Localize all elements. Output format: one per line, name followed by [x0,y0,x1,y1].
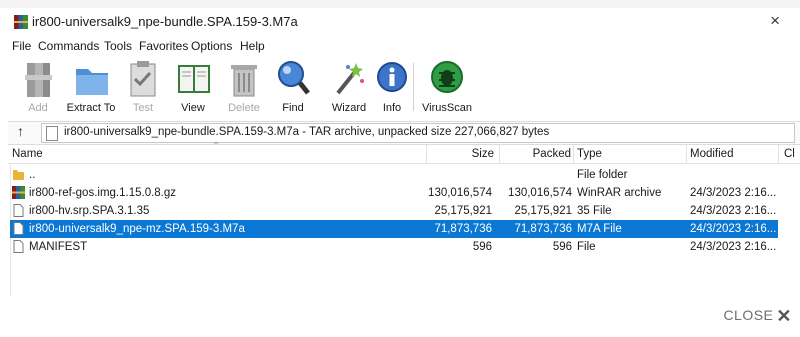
info-icon [377,62,407,92]
header-divider[interactable] [499,145,500,163]
extract-to-button[interactable]: Extract To [64,57,118,119]
extract-folder-icon [76,69,108,95]
toolbar-separator [413,63,414,111]
file-size: 130,016,574 [428,187,492,199]
file-packed: 596 [552,241,572,253]
top-strip [0,0,800,8]
wizard-wand-icon [336,63,364,95]
add-label: Add [28,102,48,114]
file-type: M7A File [577,223,622,235]
find-label: Find [282,102,304,114]
file-modified: 24/3/2023 2:16... [690,187,777,199]
virusscan-button[interactable]: VirusScan [420,57,474,119]
column-modified[interactable]: Modified [690,148,733,160]
close-label: CLOSE [723,307,774,323]
test-label: Test [132,102,154,114]
file-type: File folder [577,169,628,181]
menu-tools[interactable]: Tools [104,39,132,53]
delete-button[interactable]: Delete [217,57,271,119]
window-title: ir800-universalk9_npe-bundle.SPA.159-3.M… [32,14,298,29]
file-name: ir800-universalk9_npe-mz.SPA.159-3.M7a [29,223,245,235]
list-item[interactable]: ir800-ref-gos.img.1.15.0.8.gz 130,016,57… [10,184,778,202]
file-name: ir800-hv.srp.SPA.3.1.35 [29,205,150,217]
winrar-window: ir800-universalk9_npe-bundle.SPA.159-3.M… [8,8,800,298]
test-button[interactable]: Test [116,57,170,119]
header-divider[interactable] [426,145,427,163]
file-icon [13,222,24,235]
address-field[interactable]: ir800-universalk9_npe-bundle.SPA.159-3.M… [41,123,795,143]
find-magnifier-icon [278,61,310,95]
rar-archive-icon [12,186,25,199]
delete-trash-icon [231,65,257,97]
list-item[interactable]: ir800-hv.srp.SPA.3.1.35 25,175,921 25,17… [10,202,778,220]
file-icon [13,204,24,217]
menu-options[interactable]: Options [191,39,232,53]
file-packed: 71,873,736 [514,223,572,235]
file-list: .. File folder ir800-ref-gos.img.1.15.0.… [8,164,800,296]
column-crc[interactable]: Cl [784,148,795,160]
list-item[interactable]: MANIFEST 596 596 File 24/3/2023 2:16... [10,238,778,256]
toolbar: Add Extract To Test View Delete Find Wiz… [8,57,800,119]
file-modified: 24/3/2023 2:16... [690,223,777,235]
close-icon: ✕ [776,306,792,326]
file-modified: 24/3/2023 2:16... [690,241,777,253]
column-type[interactable]: Type [577,148,602,160]
file-type: 35 File [577,205,612,217]
find-button[interactable]: Find [266,57,320,119]
window-close-button[interactable]: × [770,11,780,31]
test-clipboard-icon [130,61,156,97]
view-label: View [181,102,205,114]
file-size: 71,873,736 [434,223,492,235]
file-icon [13,240,24,253]
column-name[interactable]: Name [12,148,43,160]
menu-help[interactable]: Help [240,39,265,53]
virusscan-label: VirusScan [422,102,472,114]
menu-favorites[interactable]: Favorites [139,39,188,53]
file-size: 596 [472,241,492,253]
info-label: Info [382,102,402,114]
title-bar: ir800-universalk9_npe-bundle.SPA.159-3.M… [8,8,800,36]
sort-ascending-icon: ⌃ [212,141,221,152]
up-arrow-icon[interactable]: ↑ [17,123,24,139]
close-button[interactable]: CLOSE ✕ [723,306,792,327]
menu-commands[interactable]: Commands [38,39,99,53]
column-packed[interactable]: Packed [533,148,571,160]
column-size[interactable]: Size [472,148,494,160]
archive-file-icon [46,126,58,141]
file-name: .. [29,169,36,181]
header-divider[interactable] [573,145,574,163]
file-packed: 130,016,574 [508,187,572,199]
column-header: Name ⌃ Size Packed Type Modified Cl [8,141,800,164]
file-type: File [577,241,596,253]
address-path: ir800-universalk9_npe-bundle.SPA.159-3.M… [64,126,550,138]
view-book-icon [178,65,210,93]
info-button[interactable]: Info [365,57,419,119]
file-name: ir800-ref-gos.img.1.15.0.8.gz [29,187,177,199]
header-divider[interactable] [778,145,779,163]
file-size: 25,175,921 [434,205,492,217]
extract-to-label: Extract To [66,102,116,114]
folder-icon [13,170,24,180]
list-item-selected[interactable]: ir800-universalk9_npe-mz.SPA.159-3.M7a 7… [10,220,778,238]
menu-file[interactable]: File [12,39,31,53]
file-modified: 24/3/2023 2:16... [690,205,777,217]
menu-bar: File Commands Tools Favorites Options He… [8,37,800,55]
delete-label: Delete [228,102,260,114]
file-name: MANIFEST [29,241,88,253]
list-item[interactable]: .. File folder [10,166,778,184]
virus-scan-icon [431,61,463,93]
file-type: WinRAR archive [577,187,662,199]
add-archive-icon [25,63,52,97]
winrar-app-icon [14,15,28,29]
header-divider[interactable] [686,145,687,163]
address-bar: ↑ ir800-universalk9_npe-bundle.SPA.159-3… [8,121,800,145]
file-packed: 25,175,921 [514,205,572,217]
view-button[interactable]: View [166,57,220,119]
add-button[interactable]: Add [11,57,65,119]
